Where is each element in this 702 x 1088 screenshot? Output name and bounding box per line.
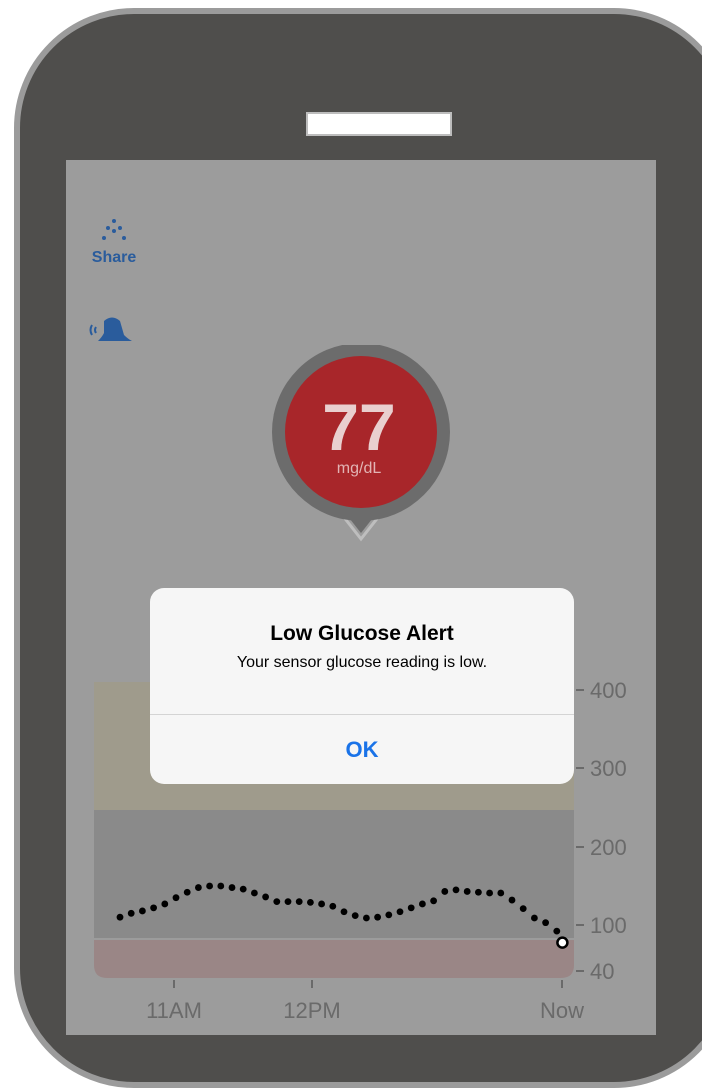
glucose-point: [419, 900, 426, 908]
glucose-point: [139, 907, 146, 915]
app-screen: Share 77 mg/dL 400 300 200 100 40 11AM 12PM No…: [66, 160, 656, 1035]
low-glucose-alert-dialog: Low Glucose Alert Your sensor glucose re…: [150, 588, 574, 784]
glucose-point: [340, 908, 348, 916]
glucose-point: [363, 914, 370, 922]
x-tick-label: 12PM: [283, 998, 340, 1023]
alerts-button[interactable]: [88, 315, 138, 350]
glucose-point: [127, 909, 135, 917]
share-button[interactable]: Share: [84, 218, 144, 267]
glucose-point: [116, 913, 124, 921]
y-tick-label: 200: [590, 835, 627, 860]
glucose-point: [486, 889, 493, 897]
glucose-value: 77: [322, 390, 396, 464]
y-tick-label: 40: [590, 959, 614, 984]
glucose-point: [519, 905, 527, 913]
glucose-point: [508, 896, 516, 904]
glucose-point: [452, 886, 460, 894]
glucose-point: [161, 900, 169, 908]
glucose-point: [531, 914, 538, 922]
bell-alert-icon: [89, 317, 132, 341]
glucose-point: [407, 904, 415, 912]
speaker-slot: [306, 112, 452, 136]
glucose-point: [385, 911, 393, 919]
glucose-point: [228, 884, 236, 891]
glucose-point: [553, 927, 561, 935]
glucose-point: [295, 898, 303, 905]
glucose-point: [262, 893, 269, 901]
glucose-point: [284, 898, 292, 905]
glucose-point: [239, 885, 247, 893]
glucose-point: [195, 884, 202, 891]
glucose-reading: 77 mg/dL: [288, 362, 430, 504]
share-label: Share: [91, 249, 137, 266]
latest-glucose-point: [556, 936, 569, 949]
glucose-point: [430, 897, 437, 905]
y-tick-label: 400: [590, 678, 627, 703]
glucose-point: [273, 898, 281, 905]
glucose-point: [329, 902, 337, 910]
y-tick-label: 300: [590, 756, 627, 781]
glucose-point: [318, 900, 325, 908]
glucose-point: [217, 882, 225, 890]
glucose-point: [251, 889, 258, 897]
y-tick-label: 100: [590, 913, 627, 938]
glucose-point: [463, 888, 471, 895]
glucose-point: [183, 888, 191, 896]
glucose-point: [475, 888, 482, 896]
dialog-message: Your sensor glucose reading is low.: [236, 654, 488, 671]
glucose-unit: mg/dL: [336, 460, 382, 477]
x-tick-label: Now: [540, 998, 584, 1023]
glucose-point: [374, 913, 381, 921]
share-dots-icon: [102, 219, 126, 240]
glucose-point: [307, 898, 314, 906]
target-zone: [94, 810, 574, 938]
glucose-point: [497, 889, 505, 897]
glucose-point: [172, 894, 180, 902]
glucose-point: [150, 904, 157, 912]
low-zone: [94, 940, 574, 978]
glucose-point: [351, 912, 359, 920]
glucose-point: [441, 888, 449, 895]
glucose-point: [542, 919, 549, 927]
ok-button[interactable]: OK: [150, 715, 574, 784]
glucose-point: [206, 882, 214, 890]
dialog-title: Low Glucose Alert: [270, 622, 454, 645]
x-tick-label: 11AM: [146, 998, 202, 1023]
glucose-point: [396, 908, 404, 916]
